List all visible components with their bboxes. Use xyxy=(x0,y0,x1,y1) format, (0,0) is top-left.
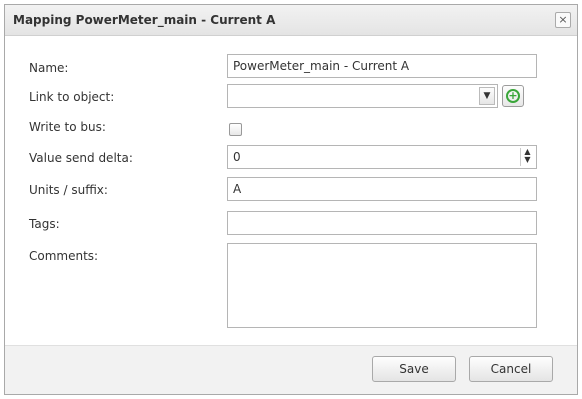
tags-label: Tags: xyxy=(29,217,60,231)
dialog-titlebar[interactable]: Mapping PowerMeter_main - Current A × xyxy=(5,5,577,36)
dialog-title: Mapping PowerMeter_main - Current A xyxy=(13,13,276,27)
spin-arrows-icon[interactable]: ▲ ▼ xyxy=(520,148,534,166)
comments-textarea[interactable] xyxy=(227,243,537,328)
write-to-bus-checkbox[interactable] xyxy=(229,123,242,136)
plus-circle-icon: + xyxy=(506,89,520,103)
comments-label: Comments: xyxy=(29,249,99,263)
dialog-footer: Save Cancel xyxy=(5,345,577,394)
value-send-delta-stepper[interactable]: 0 ▲ ▼ xyxy=(227,145,537,169)
save-button[interactable]: Save xyxy=(372,356,456,382)
link-to-object-label: Link to object: xyxy=(29,90,115,104)
name-label: Name: xyxy=(29,61,69,75)
add-object-button[interactable]: + xyxy=(502,85,524,107)
units-suffix-field[interactable]: A xyxy=(227,177,537,201)
write-to-bus-label: Write to bus: xyxy=(29,120,106,134)
link-to-object-select[interactable]: ▼ xyxy=(227,84,498,108)
name-field[interactable]: PowerMeter_main - Current A xyxy=(227,54,537,78)
value-send-delta-label: Value send delta: xyxy=(29,151,133,165)
mapping-dialog: Mapping PowerMeter_main - Current A × Na… xyxy=(4,4,578,395)
value-send-delta-value: 0 xyxy=(233,150,241,164)
chevron-down-icon[interactable]: ▼ xyxy=(479,87,495,105)
cancel-button[interactable]: Cancel xyxy=(469,356,553,382)
close-icon[interactable]: × xyxy=(555,12,571,28)
tags-field[interactable] xyxy=(227,211,537,235)
units-suffix-label: Units / suffix: xyxy=(29,183,108,197)
